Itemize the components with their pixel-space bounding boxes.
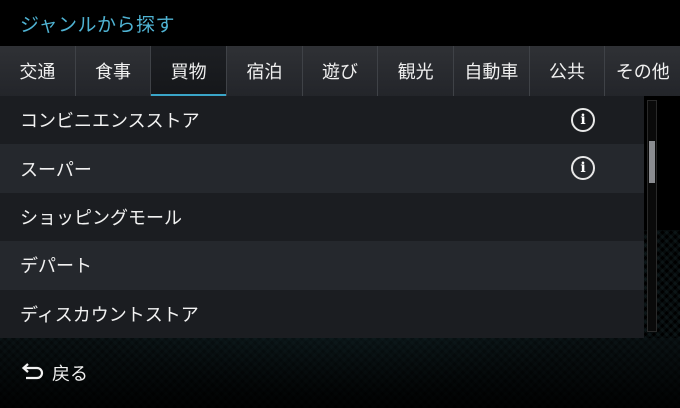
list-item[interactable]: ショッピングモール	[0, 192, 644, 242]
footer-bar: 戻る	[0, 338, 680, 408]
tab-leisure[interactable]: 遊び	[303, 46, 379, 96]
list-item-label: ディスカウントストア	[20, 304, 199, 326]
back-button[interactable]: 戻る	[14, 355, 94, 391]
scrollbar-thumb[interactable]	[649, 141, 655, 183]
list-item[interactable]: デパート	[0, 241, 644, 290]
tab-food[interactable]: 食事	[76, 46, 152, 96]
genre-tab-bar: 交通 食事 買物 宿泊 遊び 観光 自動車 公共 その他	[0, 46, 680, 96]
list-item[interactable]: スーパー i	[0, 144, 644, 193]
tab-public[interactable]: 公共	[530, 46, 606, 96]
tab-transport[interactable]: 交通	[0, 46, 76, 96]
tab-lodging[interactable]: 宿泊	[227, 46, 303, 96]
info-icon[interactable]: i	[571, 156, 595, 181]
return-arrow-icon	[21, 363, 44, 380]
genre-list: コンビニエンスストア i スーパー i ショッピングモール デパート ディスカウ…	[0, 96, 644, 338]
list-item-label: デパート	[20, 256, 92, 278]
info-icon[interactable]: i	[571, 108, 595, 132]
tab-other[interactable]: その他	[605, 46, 680, 96]
back-label: 戻る	[52, 364, 88, 385]
page-title: ジャンルから探す	[20, 14, 176, 36]
list-item[interactable]: ディスカウントストア	[0, 289, 644, 338]
list-item-label: スーパー	[20, 159, 92, 181]
title-bar: ジャンルから探す	[0, 0, 680, 46]
scrollbar[interactable]	[647, 100, 657, 332]
tab-shopping[interactable]: 買物	[151, 46, 228, 96]
list-item-label: ショッピングモール	[20, 207, 182, 229]
list-item-label: コンビニエンスストア	[20, 111, 200, 133]
tab-automobile[interactable]: 自動車	[454, 46, 530, 96]
list-item[interactable]: コンビニエンスストア i	[0, 96, 644, 145]
tab-sightseeing[interactable]: 観光	[378, 46, 455, 96]
